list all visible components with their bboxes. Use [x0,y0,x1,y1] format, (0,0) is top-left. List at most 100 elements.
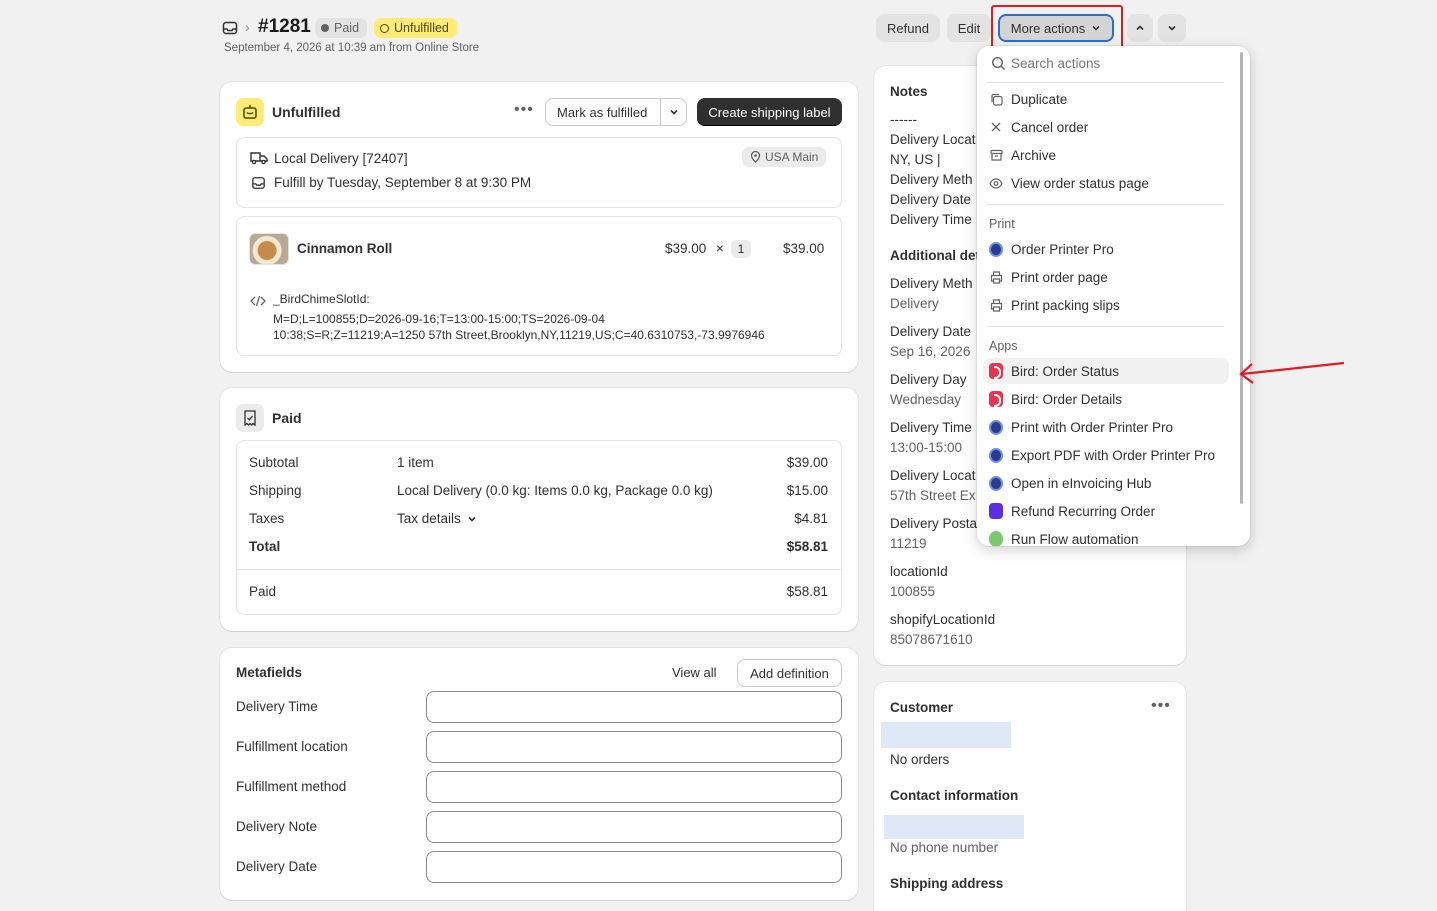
add-definition-button[interactable]: Add definition [737,659,842,687]
archive-action[interactable]: Archive [977,142,1235,168]
shipping-amount: $15.00 [786,483,828,498]
note-line: Delivery Meth [890,172,973,187]
inbox-icon [252,177,265,189]
bird-order-details-action[interactable]: Bird: Order Details [977,386,1235,412]
note-line: ------ [890,112,917,127]
property-key: _BirdChimeSlotId: [273,292,370,306]
einvoicing-hub-icon [989,475,1003,491]
more-horizontal-icon[interactable]: ••• [1151,697,1171,715]
action-label: Print order page [1011,269,1108,285]
action-label: Archive [1011,147,1057,163]
chevron-up-icon [1136,25,1144,31]
property-value-line2: 10:38;S=R;Z=11219;A=1250 57th Street,Bro… [273,328,765,342]
button-divider [660,99,661,125]
bird-order-status-action[interactable]: Bird: Order Status [983,358,1229,384]
previous-order-button[interactable] [1127,14,1153,42]
detail-key: shopifyLocationId [890,612,996,627]
taxes-amount: $4.81 [794,511,828,526]
detail-key: Delivery Meth [890,276,973,291]
menu-scrollbar[interactable] [1240,52,1243,504]
detail-value: 13:00-15:00 [890,440,963,455]
circle-icon [380,23,389,33]
action-label: Open in eInvoicing Hub [1011,475,1152,491]
divider [987,82,1224,83]
print-with-order-printer-pro-action[interactable]: Print with Order Printer Pro [977,414,1235,440]
dot-icon [321,24,329,32]
subtotal-desc: 1 item [397,455,434,470]
detail-key: locationId [890,564,948,579]
fulfillment-location-input[interactable] [426,731,842,763]
next-order-button[interactable] [1158,14,1186,42]
chevron-down-icon [468,516,476,522]
mark-as-fulfilled-button[interactable]: Mark as fulfilled [545,98,687,126]
order-printer-pro-icon [989,241,1003,257]
more-actions-menu: Duplicate Cancel order Archive View orde… [977,46,1250,546]
detail-value: Delivery [890,296,939,311]
search-icon [991,56,1005,70]
edit-button[interactable]: Edit [947,14,991,42]
printer-icon [989,270,1003,284]
action-label: Print with Order Printer Pro [1011,419,1174,435]
product-thumbnail[interactable] [249,233,289,265]
note-line: Delivery Date [890,192,972,207]
page-title: #1281 [258,16,311,37]
metafield-label: Delivery Date [236,859,318,874]
action-label: Bird: Order Details [1011,391,1123,407]
action-label: Bird: Order Status [1011,363,1120,379]
export-pdf-action[interactable]: Export PDF with Order Printer Pro [977,442,1235,468]
redacted-customer-name[interactable] [881,722,1011,748]
notes-title: Notes [890,84,928,99]
tax-details-toggle[interactable]: Tax details [397,511,478,526]
property-value-line1: M=D;L=100855;D=2026-09-16;T=13:00-15:00;… [273,312,605,326]
search-actions-input[interactable] [1011,52,1231,74]
refund-recurring-order-action[interactable]: Refund Recurring Order [977,498,1235,524]
action-label: Duplicate [1011,91,1068,107]
printer-icon [989,298,1003,312]
fulfillment-title: Unfulfilled [272,104,341,120]
product-name[interactable]: Cinnamon Roll [297,241,392,256]
fulfill-by-date: Fulfill by Tuesday, September 8 at 9:30 … [274,175,532,190]
open-einvoicing-hub-action[interactable]: Open in eInvoicing Hub [977,470,1235,496]
item-quantity: 1 [731,240,751,258]
detail-key: Delivery Posta [890,516,978,531]
fulfillment-method-input[interactable] [426,771,842,803]
more-horizontal-icon[interactable]: ••• [514,101,534,119]
order-printer-pro-action[interactable]: Order Printer Pro [977,236,1235,262]
status-badge-paid: Paid [315,18,368,38]
payment-title: Paid [272,410,302,426]
print-packing-slips-action[interactable]: Print packing slips [977,292,1235,318]
order-printer-pro-icon [989,447,1003,463]
annotation-arrow-icon [1239,361,1345,384]
print-section-heading: Print [989,217,1015,231]
inbox-icon[interactable] [222,20,238,36]
redacted-email[interactable] [884,815,1024,839]
run-flow-automation-action[interactable]: Run Flow automation [977,526,1235,546]
bird-app-icon [989,363,1003,379]
delivery-truck-icon [250,152,268,165]
code-icon [250,295,266,307]
metafield-label: Delivery Time [236,699,318,714]
cancel-order-action[interactable]: Cancel order [977,114,1235,140]
detail-value: 11219 [890,536,927,551]
shipping-desc: Local Delivery (0.0 kg: Items 0.0 kg, Pa… [397,483,713,498]
multiply-sign: × [716,241,724,256]
delivery-note-input[interactable] [426,811,842,843]
action-label: Refund Recurring Order [1011,503,1156,519]
chevron-down-icon[interactable] [668,106,680,118]
create-shipping-label-button[interactable]: Create shipping label [697,98,842,126]
action-label: Order Printer Pro [1011,241,1114,257]
delivery-date-input[interactable] [426,851,842,883]
detail-value: 100855 [890,584,936,599]
refund-button[interactable]: Refund [876,14,940,42]
metafield-label: Fulfillment method [236,779,347,794]
item-total: $39.00 [783,241,825,256]
delivery-time-input[interactable] [426,691,842,723]
view-order-status-action[interactable]: View order status page [977,170,1235,196]
customer-phone: No phone number [890,840,999,855]
print-order-page-action[interactable]: Print order page [977,264,1235,290]
flow-app-icon [989,531,1003,546]
chevron-right-icon: › [245,19,250,35]
duplicate-action[interactable]: Duplicate [977,86,1235,112]
detail-value: Sep 16, 2026 [890,344,971,359]
view-all-link[interactable]: View all [672,665,717,680]
